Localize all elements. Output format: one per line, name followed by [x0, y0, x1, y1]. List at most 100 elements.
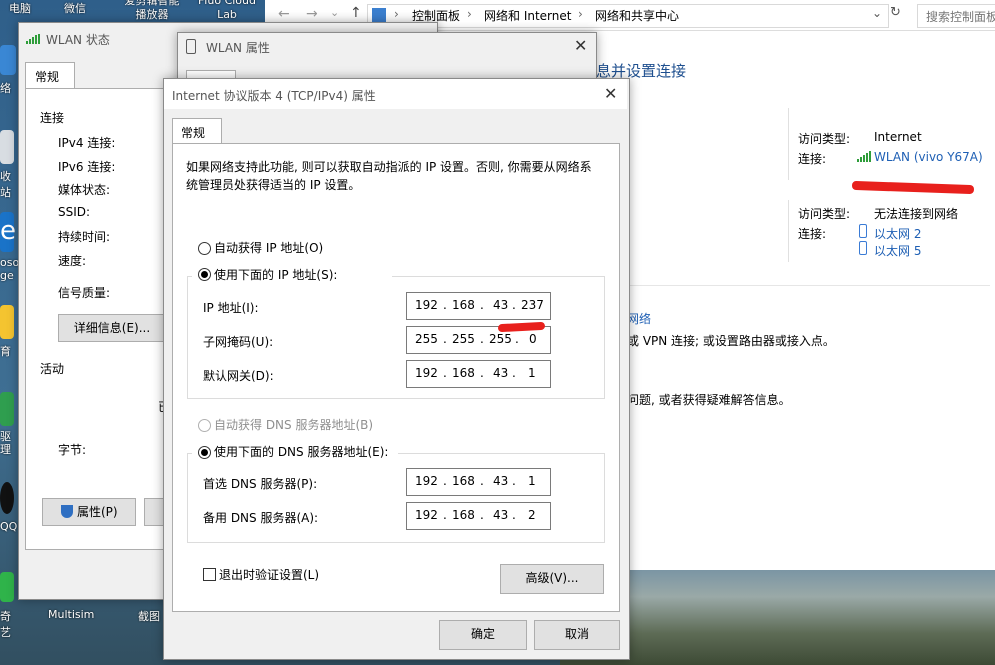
manual-dns-radio[interactable]	[198, 446, 211, 459]
gateway-dot: .	[480, 366, 484, 380]
task-description: 或 VPN 连接; 或设置路由器或接入点。	[627, 334, 835, 348]
status-row-label: IPv6 连接:	[58, 160, 116, 174]
advanced-button[interactable]: 高级(V)...	[500, 564, 604, 594]
properties-button-label: 属性(P)	[77, 505, 118, 519]
close-icon[interactable]: ✕	[574, 36, 587, 55]
divider	[788, 200, 789, 262]
dns-octet: 2	[528, 508, 536, 522]
desktop-icon-label[interactable]: 爱剪辑智能 播放器	[112, 0, 192, 22]
ethernet5-link[interactable]: 以太网 5	[874, 242, 921, 259]
network-adapter-icon	[186, 39, 196, 54]
wlan-connection-link[interactable]: WLAN (vivo Y67A)	[874, 150, 983, 164]
desktop-icon-label[interactable]: Fluo Cloud Lab	[192, 0, 262, 22]
mask-octet: 255	[452, 332, 475, 346]
gateway-octet: 168	[452, 366, 475, 380]
ip-octet: 192	[415, 298, 438, 312]
recent-dropdown-icon[interactable]: ⌄	[330, 6, 339, 19]
dns-octet: 192	[415, 508, 438, 522]
up-arrow-icon[interactable]: ↑	[350, 5, 362, 21]
validate-on-exit-checkbox[interactable]	[203, 568, 216, 581]
desktop-icon-label[interactable]: 络	[0, 80, 16, 96]
desktop-icon-label[interactable]: 收站	[0, 168, 16, 200]
ok-button[interactable]: 确定	[439, 620, 527, 650]
tab-label: 常规	[181, 126, 206, 140]
desktop-icon-label[interactable]: QQ	[0, 520, 17, 533]
close-icon[interactable]: ✕	[604, 84, 617, 103]
iqiyi-icon[interactable]	[0, 572, 14, 602]
breadcrumb-item[interactable]: 网络和 Internet	[484, 7, 571, 24]
dialog-title: WLAN 状态	[46, 33, 110, 47]
status-row-label: 媒体状态:	[58, 183, 111, 197]
auto-ip-radio[interactable]	[198, 242, 211, 255]
properties-button[interactable]: 属性(P)	[42, 498, 136, 526]
divider	[580, 285, 990, 286]
cancel-button[interactable]: 取消	[534, 620, 620, 650]
ethernet2-link[interactable]: 以太网 2	[874, 225, 921, 242]
desktop-icon-label[interactable]: 微信	[50, 0, 100, 16]
dns-octet: 192	[415, 474, 438, 488]
divider	[788, 108, 789, 180]
status-row-label: SSID:	[58, 205, 91, 219]
alternate-dns-field[interactable]: 192 . 168 . 43 . 2	[406, 502, 551, 530]
details-button[interactable]: 详细信息(E)...	[58, 314, 166, 342]
refresh-icon[interactable]: ↻	[890, 5, 901, 20]
ip-address-label: IP 地址(I):	[203, 301, 259, 315]
edge-icon[interactable]: e	[0, 212, 16, 252]
app-icon[interactable]	[0, 305, 14, 339]
connection-label: 连接:	[798, 227, 827, 241]
preferred-dns-label: 首选 DNS 服务器(P):	[203, 477, 318, 491]
forward-arrow-icon[interactable]: →	[306, 6, 318, 22]
alternate-dns-label: 备用 DNS 服务器(A):	[203, 511, 319, 525]
dns-dot: .	[480, 474, 484, 488]
address-dropdown-icon[interactable]: ⌄	[872, 6, 882, 20]
task-link[interactable]: 网络	[627, 310, 651, 327]
dns-octet: 168	[452, 474, 475, 488]
wifi-signal-icon	[26, 33, 40, 44]
access-type-label: 访问类型:	[798, 207, 851, 221]
dns-octet: 168	[452, 508, 475, 522]
gateway-label: 默认网关(D):	[203, 369, 274, 383]
access-type-label: 访问类型:	[798, 132, 851, 146]
mask-octet: 255	[415, 332, 438, 346]
shield-app-icon[interactable]	[0, 392, 14, 426]
recycle-bin-icon[interactable]	[0, 130, 14, 164]
mask-octet: 0	[529, 332, 537, 346]
qq-icon[interactable]	[0, 482, 14, 514]
access-type-value: Internet	[874, 130, 922, 144]
tab-general[interactable]: 常规	[25, 62, 75, 89]
back-arrow-icon[interactable]: ←	[278, 6, 290, 22]
desktop-icon-label[interactable]: oso ge	[0, 256, 19, 282]
tab-general[interactable]: 常规	[172, 118, 222, 145]
manual-ip-radio[interactable]	[198, 268, 211, 281]
signal-quality-label: 信号质量:	[58, 286, 111, 300]
desktop-icon-label[interactable]: Multisim	[48, 608, 94, 621]
desktop-icon-label[interactable]: 截图	[138, 608, 160, 624]
breadcrumb-separator-icon: ›	[578, 7, 583, 21]
connection-label: 连接:	[798, 152, 827, 166]
control-panel-icon	[372, 8, 386, 22]
desktop-icon-label[interactable]: 奇艺	[0, 608, 16, 640]
dns-dot: .	[480, 508, 484, 522]
mask-dot: .	[515, 332, 519, 346]
search-placeholder: 搜索控制面板	[926, 10, 995, 24]
dns-dot: .	[443, 474, 447, 488]
ip-dot: .	[480, 298, 484, 312]
preferred-dns-field[interactable]: 192 . 168 . 43 . 1	[406, 468, 551, 496]
breadcrumb-separator-icon: ›	[467, 7, 472, 21]
desktop-icon-label[interactable]: 驱 理	[0, 430, 16, 456]
desktop-icon-label[interactable]: 育	[0, 343, 16, 359]
dns-dot: .	[443, 508, 447, 522]
ip-octet: 43	[493, 298, 509, 312]
search-input[interactable]: 搜索控制面板	[917, 4, 995, 28]
gateway-octet: 192	[415, 366, 438, 380]
breadcrumb-item[interactable]: 网络和共享中心	[595, 7, 679, 24]
dialog-title: WLAN 属性	[206, 41, 270, 55]
mask-dot: .	[443, 332, 447, 346]
gateway-field[interactable]: 192 . 168 . 43 . 1	[406, 360, 551, 388]
network-icon[interactable]	[0, 45, 16, 75]
desktop-icon-label[interactable]: 电脑	[0, 0, 40, 16]
ip-octet: 168	[452, 298, 475, 312]
auto-dns-radio[interactable]	[198, 419, 211, 432]
ip-address-field[interactable]: 192 . 168 . 43 . 237	[406, 292, 551, 320]
auto-dns-label: 自动获得 DNS 服务器地址(B)	[214, 418, 374, 432]
